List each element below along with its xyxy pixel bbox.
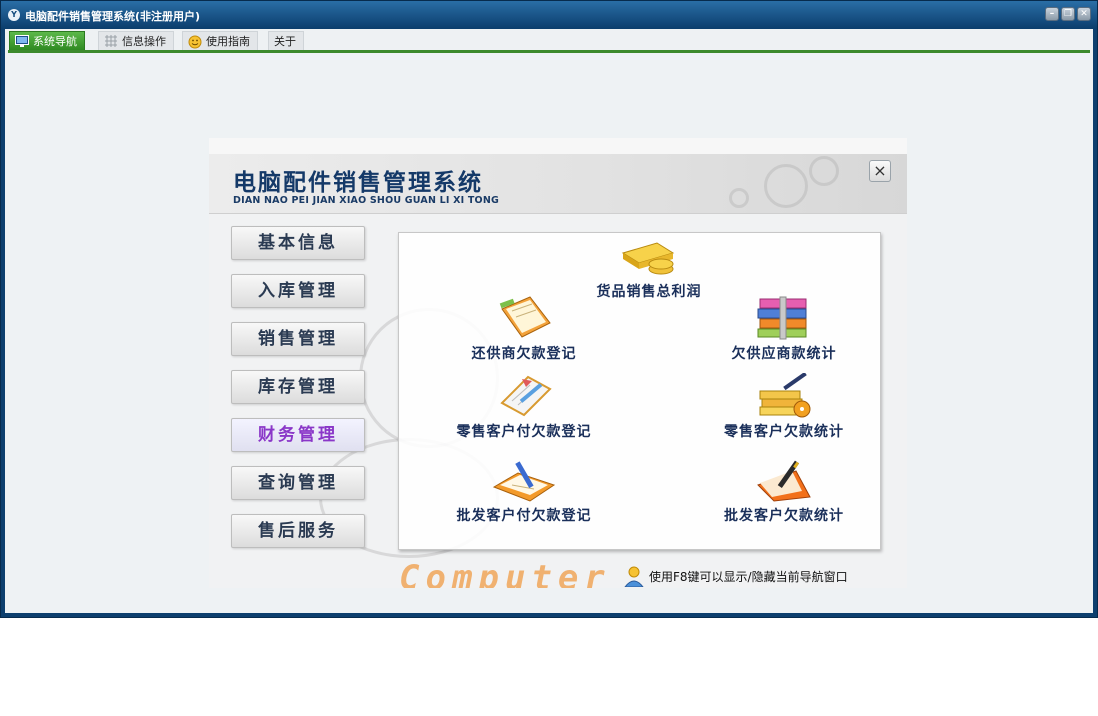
hint-text: 使用F8键可以显示/隐藏当前导航窗口 xyxy=(649,569,848,584)
person-icon xyxy=(623,565,645,588)
item-label: 欠供应商款统计 xyxy=(731,346,837,362)
nav-basic-info[interactable]: 基本信息 xyxy=(231,226,365,260)
nav-finance[interactable]: 财务管理 xyxy=(231,418,365,452)
window-controls: – ❐ ✕ xyxy=(1045,7,1091,21)
nav-query[interactable]: 查询管理 xyxy=(231,466,365,500)
folder-pen-icon xyxy=(757,460,811,502)
close-panel-button[interactable]: × xyxy=(869,160,891,182)
system-title: 电脑配件销售管理系统 xyxy=(233,169,483,196)
binder-pen-icon xyxy=(492,461,556,502)
item-label: 还供商欠款登记 xyxy=(471,346,577,362)
system-pinyin: DIAN NAO PEI JIAN XIAO SHOU GUAN LI XI T… xyxy=(233,195,499,206)
notepad-pencil-icon xyxy=(500,375,552,417)
cd-books-icon xyxy=(759,373,811,418)
nav-stock-in[interactable]: 入库管理 xyxy=(231,274,365,308)
swirl-decoration xyxy=(764,164,808,208)
smiley-icon xyxy=(188,35,202,49)
item-retail-owe-stats[interactable]: 零售客户欠款统计 xyxy=(704,373,864,441)
item-total-profit[interactable]: 货品销售总利润 xyxy=(579,239,719,301)
swirl-decoration xyxy=(729,188,749,208)
tab-label: 使用指南 xyxy=(206,35,250,48)
nav-after-sales[interactable]: 售后服务 xyxy=(231,514,365,548)
menu-tabs: 系统导航 信息操作 使用指南 关于 xyxy=(5,29,1093,53)
item-label: 批发客户付欠款登记 xyxy=(456,508,592,524)
tab-info-ops[interactable]: 信息操作 xyxy=(98,31,174,50)
item-wholesale-owe-stats[interactable]: 批发客户欠款统计 xyxy=(704,457,864,525)
tab-about[interactable]: 关于 xyxy=(268,31,304,50)
tab-system-nav[interactable]: 系统导航 xyxy=(9,31,85,50)
item-label: 零售客户欠款统计 xyxy=(724,424,844,440)
title-bar: Y 电脑配件销售管理系统(非注册用户) – ❐ ✕ xyxy=(1,1,1097,29)
window-title: 电脑配件销售管理系统(非注册用户) xyxy=(25,10,201,23)
item-wholesale-repay[interactable]: 批发客户付欠款登记 xyxy=(429,457,619,525)
panel-top-strip xyxy=(209,138,907,154)
gold-coins-icon xyxy=(621,242,675,275)
nav-inventory[interactable]: 库存管理 xyxy=(231,370,365,404)
tab-label: 信息操作 xyxy=(122,35,166,48)
restore-button[interactable]: ❐ xyxy=(1061,7,1075,21)
brand-logo-text: Computer xyxy=(399,558,611,588)
item-repay-supplier[interactable]: 还供商欠款登记 xyxy=(439,295,609,363)
nav-sales[interactable]: 销售管理 xyxy=(231,322,365,356)
function-grid: 货品销售总利润 还供商欠款登记 欠供应商款统计 零售客户付欠款登记 零售客户欠款… xyxy=(398,232,881,550)
swirl-decoration xyxy=(809,156,839,186)
navigation-panel: 电脑配件销售管理系统 DIAN NAO PEI JIAN XIAO SHOU G… xyxy=(209,138,907,588)
item-retail-repay[interactable]: 零售客户付欠款登记 xyxy=(429,373,619,441)
tab-label: 关于 xyxy=(274,35,296,48)
f8-hint: 使用F8键可以显示/隐藏当前导航窗口 xyxy=(623,565,848,588)
app-window: Y 电脑配件销售管理系统(非注册用户) – ❐ ✕ 系统导航 信息操作 使用指南 xyxy=(0,0,1098,618)
item-label: 零售客户付欠款登记 xyxy=(456,424,592,440)
books-icon xyxy=(757,296,807,340)
monitor-icon xyxy=(15,35,29,47)
grid-icon xyxy=(104,35,118,47)
tab-user-guide[interactable]: 使用指南 xyxy=(182,31,258,50)
app-icon: Y xyxy=(8,9,20,21)
close-window-button[interactable]: ✕ xyxy=(1077,7,1091,21)
item-owe-supplier-stats[interactable]: 欠供应商款统计 xyxy=(704,295,864,363)
minimize-button[interactable]: – xyxy=(1045,7,1059,21)
notebook-icon xyxy=(499,296,551,338)
tab-label: 系统导航 xyxy=(33,35,77,48)
item-label: 批发客户欠款统计 xyxy=(724,508,844,524)
